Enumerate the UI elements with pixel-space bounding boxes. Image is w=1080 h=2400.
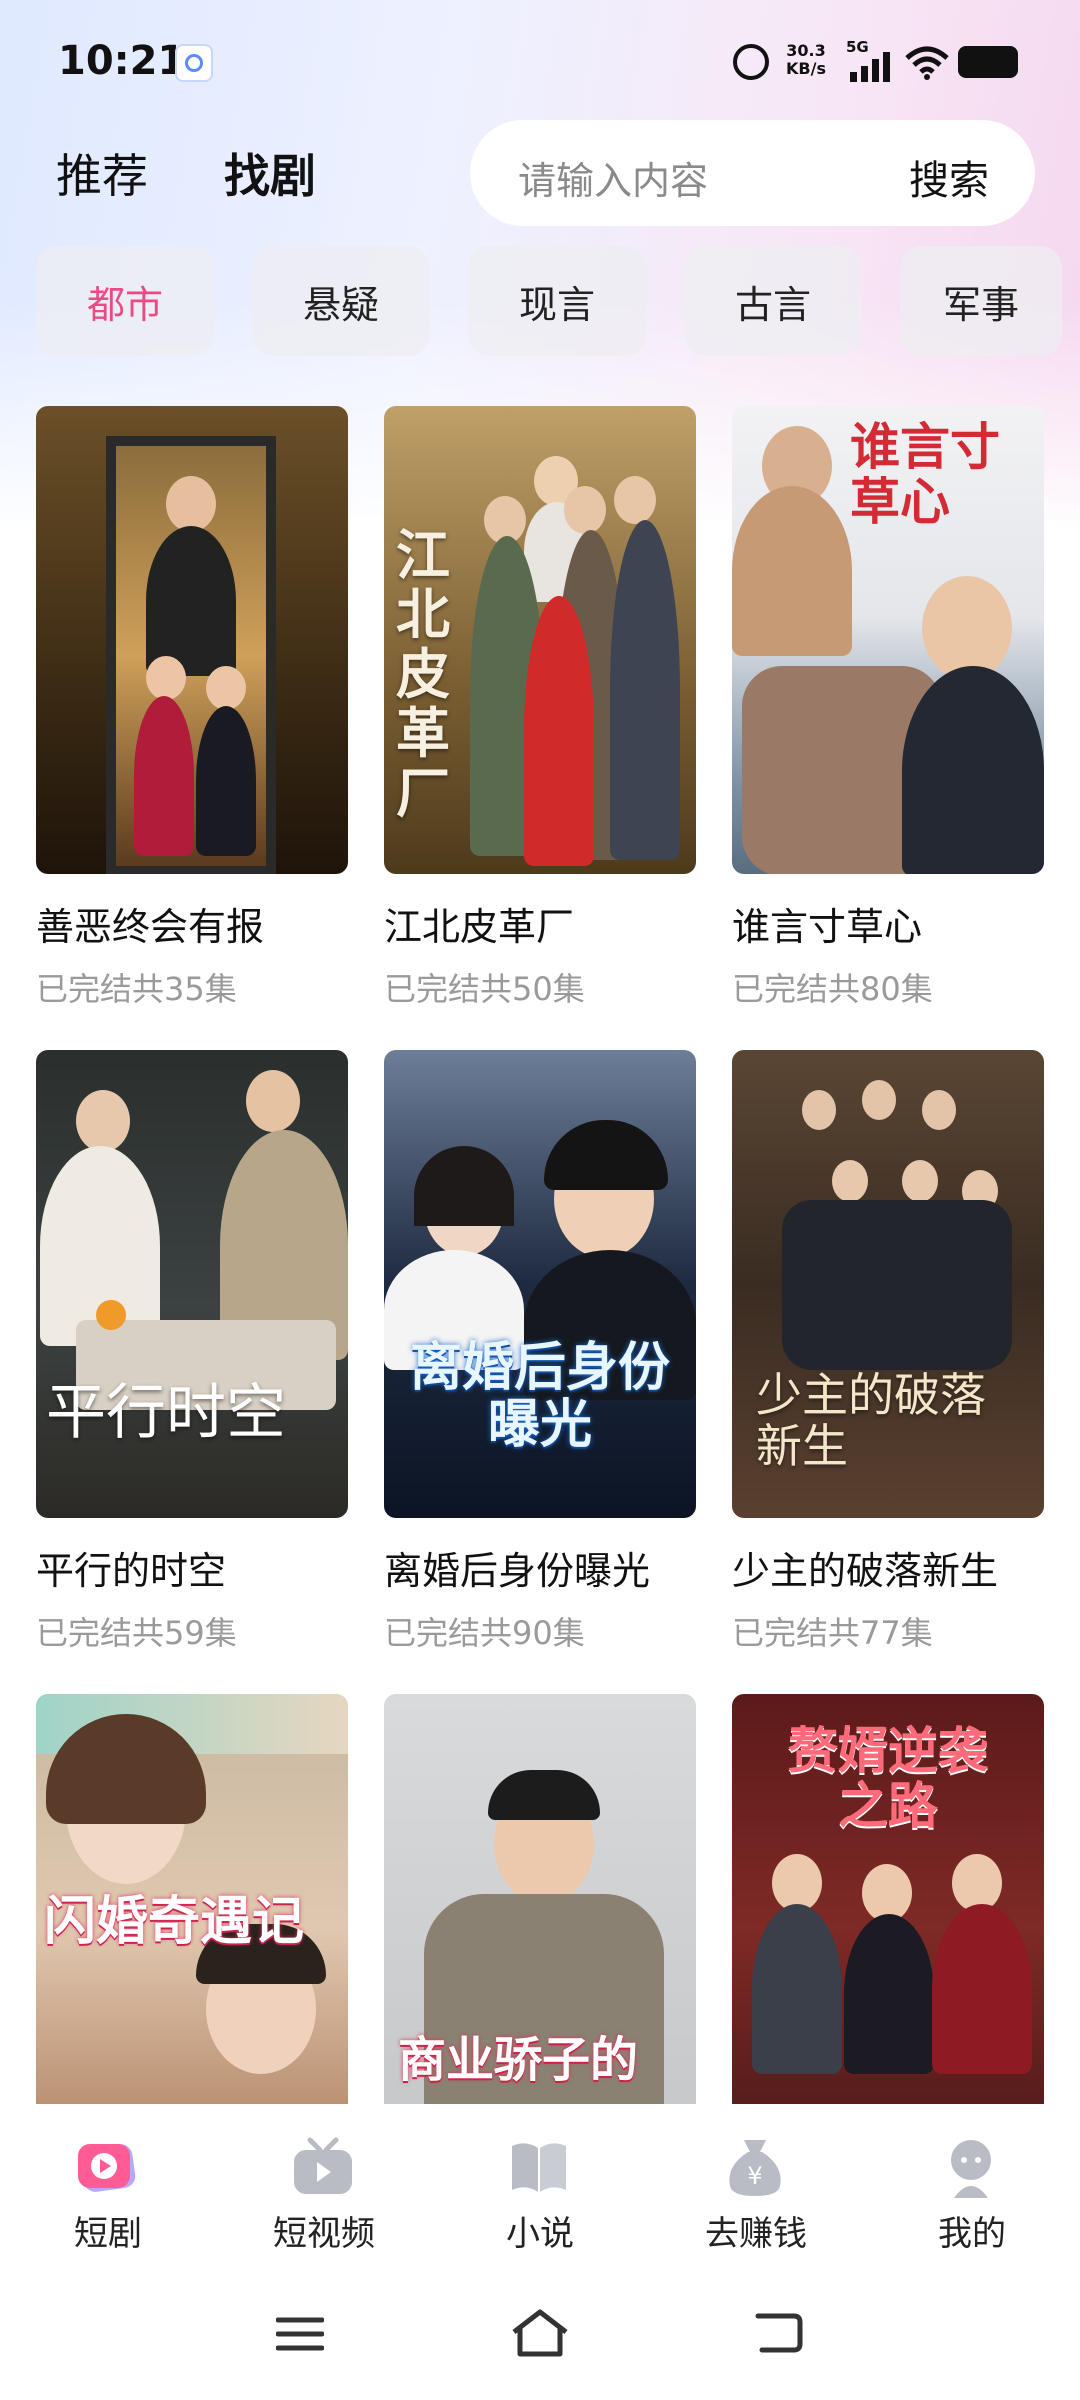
drama-poster[interactable] [36, 406, 348, 874]
drama-poster[interactable]: 平行时空 [36, 1050, 348, 1518]
poster-title: 少主的破落新生 [756, 1368, 986, 1473]
tv-icon [294, 2137, 352, 2194]
nav-short-drama[interactable]: 短剧 [8, 2104, 208, 2274]
wifi-icon [905, 46, 949, 80]
nav-label: 短视频 [273, 2214, 375, 2254]
network-speed-value: 30.3 [786, 41, 826, 60]
drama-episodes: 已完结共50集 [384, 970, 585, 1008]
drama-card[interactable]: 赘婿逆袭之路 [732, 1694, 1044, 2104]
drama-poster[interactable]: 江北皮革厂 [384, 406, 696, 874]
status-bar: 10:21 30.3 KB/s 5G [0, 0, 1080, 120]
drama-poster[interactable]: 赘婿逆袭之路 [732, 1694, 1044, 2104]
poster-title: 闪婚奇遇记 [44, 1892, 305, 1952]
nav-label: 小说 [506, 2214, 574, 2254]
search-bar[interactable]: 请输入内容 搜索 [470, 120, 1035, 226]
back-icon[interactable] [752, 2310, 804, 2356]
short-drama-icon [78, 2144, 136, 2192]
poster-title: 离婚后身份曝光 [409, 1338, 670, 1456]
drama-title: 江北皮革厂 [384, 905, 575, 949]
poster-title: 商业骄子的 [398, 2032, 639, 2088]
nav-label: 去赚钱 [705, 2214, 807, 2254]
status-time: 10:21 [58, 38, 186, 84]
search-button[interactable]: 搜索 [909, 148, 989, 206]
system-navigation-bar [0, 2274, 1080, 2400]
drama-episodes: 已完结共77集 [732, 1614, 933, 1652]
battery-icon [958, 46, 1018, 78]
drama-episodes: 已完结共80集 [732, 970, 933, 1008]
nav-profile[interactable]: 我的 [872, 2104, 1072, 2274]
poster-title: 平行时空 [46, 1378, 286, 1448]
category-military[interactable]: 军事 [900, 246, 1062, 356]
drama-title: 谁言寸草心 [732, 905, 923, 949]
category-urban[interactable]: 都市 [36, 246, 214, 356]
poster-title: 江北皮革厂 [396, 524, 450, 825]
money-bag-icon: ¥ [729, 2140, 781, 2196]
drama-title: 善恶终会有报 [36, 905, 265, 949]
drama-episodes: 已完结共90集 [384, 1614, 585, 1652]
drama-title: 少主的破落新生 [732, 1549, 999, 1593]
menu-icon[interactable] [276, 2314, 324, 2354]
tab-find-drama[interactable]: 找剧 [224, 140, 316, 206]
drama-poster[interactable]: 商业骄子的 [384, 1694, 696, 2104]
drama-card[interactable]: 商业骄子的 [384, 1694, 696, 2104]
category-suspense[interactable]: 悬疑 [252, 246, 430, 356]
nav-label: 短剧 [74, 2214, 142, 2254]
category-ancient-romance[interactable]: 古言 [684, 246, 862, 356]
profile-icon [951, 2140, 991, 2198]
drama-poster[interactable]: 谁言寸草心 [732, 406, 1044, 874]
nav-novel[interactable]: 小说 [440, 2104, 640, 2274]
poster-title: 赘婿逆袭之路 [788, 1722, 988, 1835]
drama-poster[interactable]: 离婚后身份曝光 [384, 1050, 696, 1518]
nav-label: 我的 [938, 2214, 1006, 2254]
drama-title: 平行的时空 [36, 1549, 227, 1593]
signal-icon [850, 52, 894, 82]
network-speed: 30.3 KB/s [786, 42, 826, 78]
alarm-icon [733, 44, 769, 80]
book-icon [512, 2143, 566, 2192]
network-speed-unit: KB/s [786, 59, 826, 78]
nav-short-video[interactable]: 短视频 [224, 2104, 424, 2274]
svg-text:¥: ¥ [747, 2162, 762, 2190]
poster-title: 谁言寸草心 [850, 418, 1000, 531]
search-input[interactable]: 请输入内容 [518, 150, 708, 205]
drama-episodes: 已完结共35集 [36, 970, 237, 1008]
drama-card[interactable]: 闪婚奇遇记 [36, 1694, 348, 2104]
bottom-navigation: 短剧 短视频 小说 ¥ 去赚钱 我的 [0, 2104, 1080, 2274]
drama-title: 离婚后身份曝光 [384, 1549, 651, 1593]
app-notification-icon [175, 44, 213, 82]
drama-poster[interactable]: 闪婚奇遇记 [36, 1694, 348, 2104]
category-modern-romance[interactable]: 现言 [468, 246, 646, 356]
drama-poster[interactable]: 少主的破落新生 [732, 1050, 1044, 1518]
home-icon[interactable] [510, 2308, 570, 2358]
nav-earn-money[interactable]: ¥ 去赚钱 [656, 2104, 856, 2274]
tab-recommend[interactable]: 推荐 [56, 140, 148, 206]
drama-episodes: 已完结共59集 [36, 1614, 237, 1652]
